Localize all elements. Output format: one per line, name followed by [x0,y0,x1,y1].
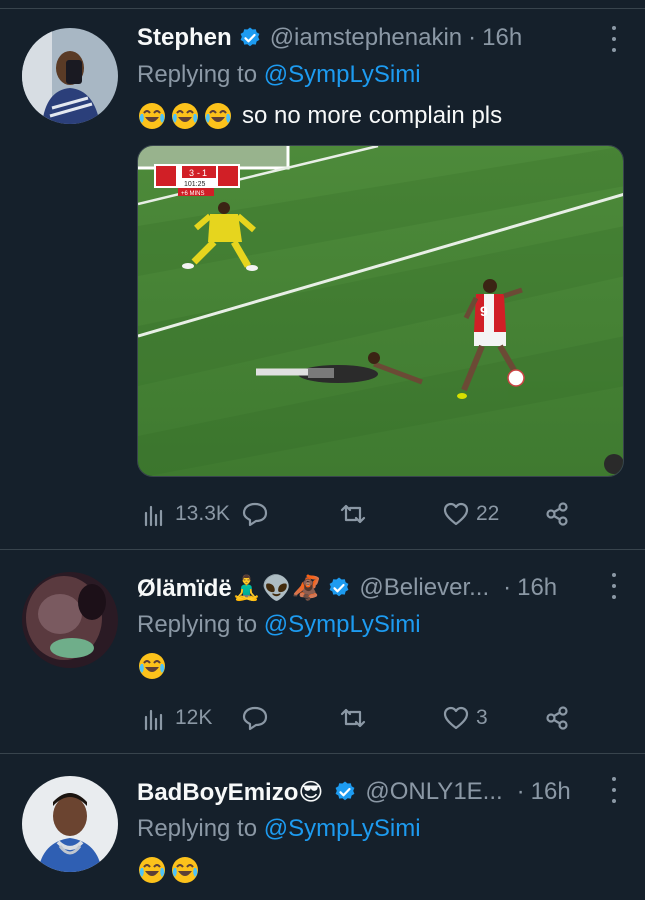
retweet-button[interactable] [339,499,367,529]
retweet-button[interactable] [339,703,367,733]
replying-mention[interactable]: @SympLySimi [264,61,421,88]
separator-dot: · [468,24,477,51]
share-button[interactable] [543,499,571,529]
author-name[interactable]: Ølämïdë🧘‍♂️👽🦧 [137,574,321,603]
face-with-tears-of-joy-icon [203,101,233,131]
replying-mention[interactable]: @SympLySimi [264,611,421,638]
views-count: 13.3K [175,502,230,525]
svg-text:-: - [197,168,200,178]
tweet-text: so no more complain pls [137,101,502,131]
verified-badge-icon [333,780,357,804]
separator-dot: · [516,778,525,805]
author-handle[interactable]: @iamstephenakin [270,24,462,52]
heart-icon [443,706,469,730]
scoreboard-clock: 101:25 [184,181,206,188]
avatar[interactable] [22,28,118,124]
tweet-text [137,855,203,885]
like-button[interactable]: 22 [442,499,499,529]
tweet-divider [0,753,645,754]
author-handle[interactable]: @Believer... [359,574,489,602]
face-with-tears-of-joy-icon [170,101,200,131]
more-options-icon[interactable] [609,777,619,803]
replying-prefix: Replying to [137,611,264,638]
views-chart-icon [144,505,163,527]
share-icon [546,502,568,526]
views-button[interactable]: 13.3K [141,499,230,529]
avatar[interactable] [22,776,118,872]
player-number: 9 [480,303,488,319]
face-with-tears-of-joy-icon [137,855,167,885]
tweet-text-content: so no more complain pls [242,102,503,129]
replying-prefix: Replying to [137,61,264,88]
tweet-media-image[interactable]: 3 - 1 101:25 +6 MINS 9 [137,145,624,477]
tweet-header: BadBoyEmizo😎 @ONLY1E... · 16h [137,777,571,807]
views-chart-icon [144,709,163,731]
likes-count: 3 [476,706,488,729]
scoreboard-added-time: +6 MINS [181,191,205,197]
tweet-header: Ølämïdë🧘‍♂️👽🦧 @Believer... · 16h [137,573,557,603]
scoreboard-home: 3 [189,168,194,178]
reply-button[interactable] [241,703,269,733]
like-button[interactable]: 3 [442,703,488,733]
author-handle[interactable]: @ONLY1E... [365,778,502,806]
reply-bubble-icon [242,706,268,731]
verified-badge-icon [238,26,262,50]
timestamp[interactable]: 16h [531,778,571,806]
replying-prefix: Replying to [137,815,264,842]
replying-mention[interactable]: @SympLySimi [264,815,421,842]
retweet-icon [340,708,366,728]
face-with-tears-of-joy-icon [137,101,167,131]
author-name[interactable]: Stephen [137,24,232,52]
retweet-icon [340,504,366,524]
share-icon [546,706,568,730]
avatar[interactable] [22,572,118,668]
tweet-divider [0,549,645,550]
scoreboard-away: 1 [202,168,207,178]
reply-bubble-icon [242,502,268,527]
views-button[interactable]: 12K [141,703,212,733]
reply-button[interactable] [241,499,269,529]
tweet-actions: 12K 3 [137,703,577,733]
replying-to: Replying to @SympLySimi [137,611,421,639]
replying-to: Replying to @SympLySimi [137,815,421,843]
face-with-tears-of-joy-icon [137,651,167,681]
views-count: 12K [175,706,213,729]
tweet-actions: 13.3K 22 [137,499,577,529]
timestamp[interactable]: 16h [517,574,557,602]
more-options-icon[interactable] [609,26,619,52]
timestamp[interactable]: 16h [482,24,522,52]
tweet-text [137,651,170,681]
top-divider [0,8,645,9]
more-options-icon[interactable] [609,573,619,599]
tweet-header: Stephen @iamstephenakin · 16h [137,23,522,53]
share-button[interactable] [543,703,571,733]
verified-badge-icon [327,576,351,600]
heart-icon [443,502,469,526]
likes-count: 22 [476,502,500,525]
replying-to: Replying to @SympLySimi [137,61,421,89]
author-name[interactable]: BadBoyEmizo😎 [137,778,323,807]
face-with-tears-of-joy-icon [170,855,200,885]
separator-dot: · [503,574,512,601]
